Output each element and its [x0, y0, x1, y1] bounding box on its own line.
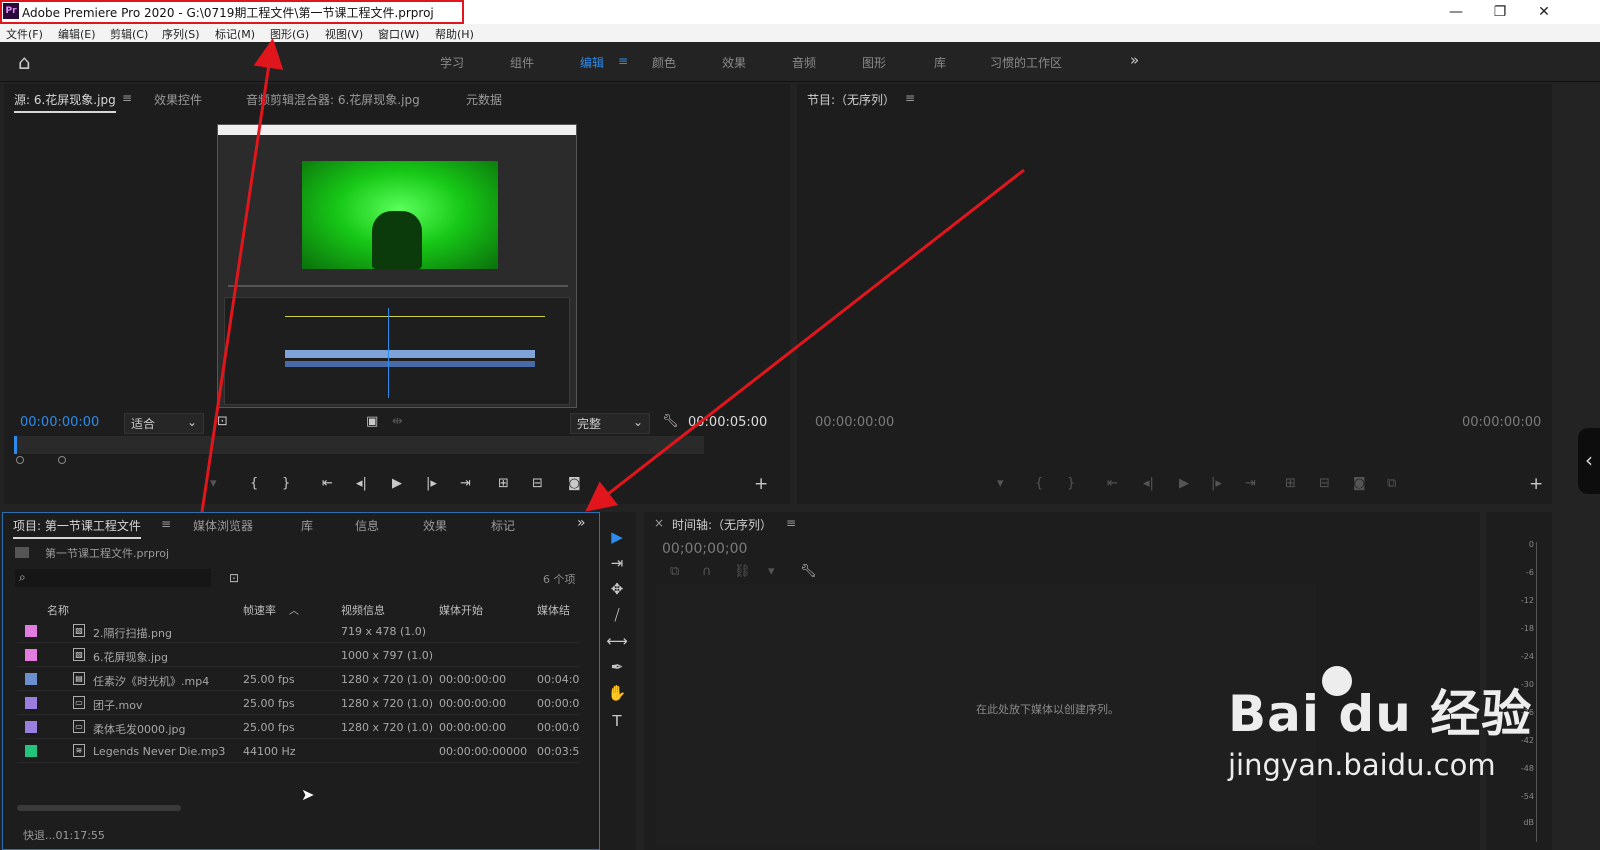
annotation-arrows: [200, 38, 1025, 513]
arrow-to-title: [200, 38, 284, 513]
arrow-to-project-panel: [585, 168, 1025, 512]
